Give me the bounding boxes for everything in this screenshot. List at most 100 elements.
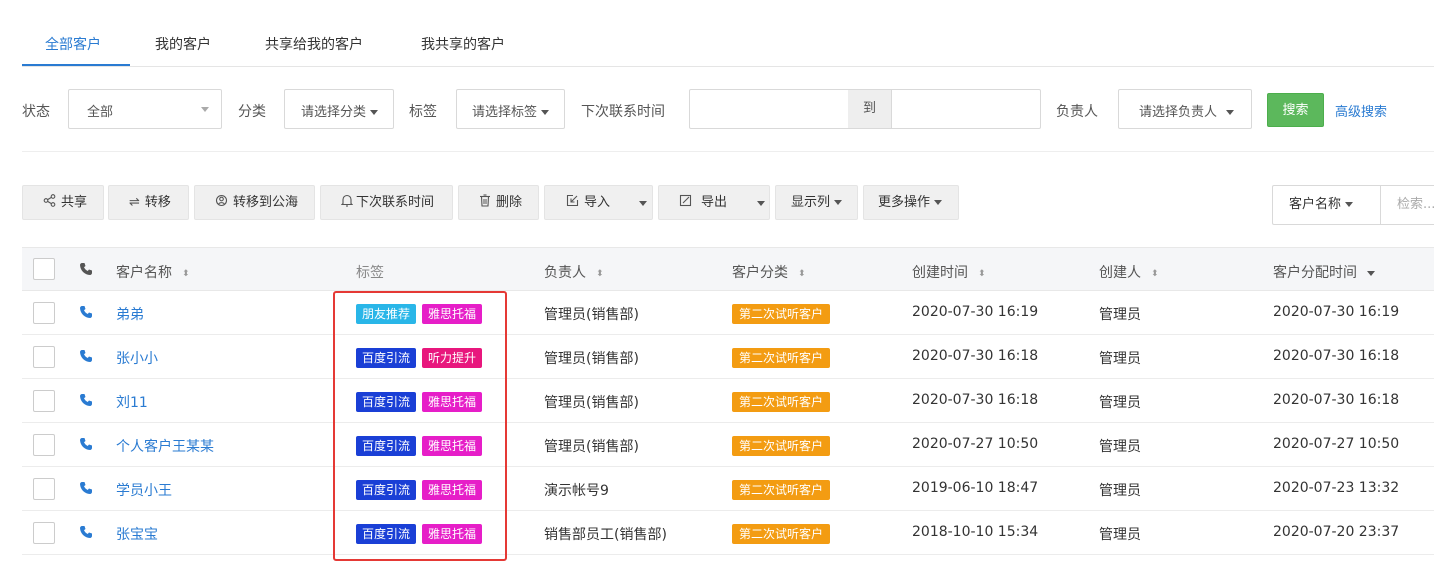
category-badge: 第二次试听客户 (732, 524, 831, 544)
category-badge: 第二次试听客户 (732, 480, 831, 500)
chevron-down-icon[interactable] (757, 201, 765, 206)
table-row: 刘11 百度引流 雅思托福 管理员(销售部) 第二次试听客户 2020-07-30 16:… (22, 379, 1434, 423)
advanced-search-link[interactable]: 高级搜索 (1335, 101, 1387, 120)
category-badge: 第二次试听客户 (732, 392, 831, 412)
owner-cell: 管理员(销售部) (544, 439, 639, 455)
share-button-label: 共享 (61, 195, 88, 210)
sort-icon[interactable]: ⬍ (182, 269, 190, 279)
owner-cell: 管理员(销售部) (544, 351, 639, 367)
sort-icon[interactable]: ⬍ (596, 269, 604, 279)
search-button[interactable]: 搜索 (1267, 93, 1324, 127)
status-label: 状态 (22, 104, 50, 120)
export-button-label: 导出 (701, 195, 728, 210)
tag-select[interactable]: 请选择标签 (456, 89, 565, 129)
table-row: 张宝宝 百度引流 雅思托福 销售部员工(销售部) 第二次试听客户 2018-10-10 1… (22, 511, 1434, 555)
export-icon (679, 186, 692, 219)
row-checkbox[interactable] (33, 302, 55, 324)
status-select[interactable]: 全部 (68, 89, 222, 129)
move-to-public-button[interactable]: 转移到公海 (194, 185, 315, 220)
date-start-input[interactable] (689, 89, 849, 129)
chevron-down-icon[interactable] (639, 201, 647, 206)
chevron-down-icon (1345, 202, 1354, 207)
customer-name-link[interactable]: 张小小 (116, 348, 158, 368)
sort-desc-icon[interactable] (1367, 270, 1375, 276)
created-at-cell: 2018-10-10 15:34 (912, 524, 1039, 540)
more-actions-button[interactable]: 更多操作 (863, 185, 959, 220)
owner-select-value: 请选择负责人 (1139, 105, 1218, 120)
sort-icon[interactable]: ⬍ (798, 269, 806, 279)
customer-name-link[interactable]: 张宝宝 (116, 524, 158, 544)
owner-select[interactable]: 请选择负责人 (1118, 89, 1252, 129)
tab-all-customers[interactable]: 全部客户 (45, 34, 101, 54)
row-checkbox[interactable] (33, 522, 55, 544)
category-badge: 第二次试听客户 (732, 304, 831, 324)
chevron-down-icon (934, 200, 943, 205)
category-select[interactable]: 请选择分类 (284, 89, 394, 129)
col-header-category-label: 客户分类 (732, 265, 788, 281)
tag-label: 标签 (409, 104, 437, 120)
assigned-at-cell: 2020-07-27 10:50 (1273, 436, 1400, 452)
share-button[interactable]: 共享 (22, 185, 104, 220)
row-checkbox[interactable] (33, 434, 55, 456)
customer-name-link[interactable]: 弟弟 (116, 304, 144, 324)
tab-shared-with-me[interactable]: 共享给我的客户 (265, 34, 363, 54)
transfer-icon: ⇌ (129, 195, 140, 210)
bell-icon (340, 186, 354, 219)
col-header-tags: 标签 (356, 265, 384, 281)
transfer-button[interactable]: ⇌ 转移 (108, 185, 189, 220)
col-header-owner: 负责人 ⬍ (544, 262, 604, 282)
col-header-creator-label: 创建人 (1099, 265, 1141, 281)
next-contact-label: 下次联系时间 (581, 104, 665, 120)
sort-icon[interactable]: ⬍ (1151, 269, 1159, 279)
import-button[interactable]: 导入 (544, 185, 653, 220)
public-pool-icon (215, 186, 228, 219)
row-checkbox[interactable] (33, 346, 55, 368)
export-button[interactable]: 导出 (658, 185, 770, 220)
customer-name-link[interactable]: 学员小王 (116, 480, 172, 500)
delete-button[interactable]: 删除 (458, 185, 539, 220)
chevron-down-icon (834, 200, 843, 205)
assigned-at-cell: 2020-07-23 13:32 (1273, 480, 1400, 496)
date-range-separator: 到 (848, 89, 891, 129)
tab-shared-by-me[interactable]: 我共享的客户 (421, 34, 505, 54)
col-header-assigned-label: 客户分配时间 (1273, 265, 1357, 281)
next-contact-button[interactable]: 下次联系时间 (320, 185, 453, 220)
delete-button-label: 删除 (496, 195, 523, 210)
status-select-value: 全部 (87, 105, 114, 120)
row-checkbox[interactable] (33, 478, 55, 500)
next-contact-button-label: 下次联系时间 (356, 195, 435, 210)
columns-button[interactable]: 显示列 (775, 185, 858, 220)
col-header-owner-label: 负责人 (544, 265, 586, 281)
creator-cell: 管理员 (1099, 527, 1141, 543)
customer-name-link[interactable]: 个人客户王某某 (116, 436, 214, 456)
search-field-value: 客户名称 (1289, 197, 1342, 212)
assigned-at-cell: 2020-07-20 23:37 (1273, 524, 1400, 540)
category-badge: 第二次试听客户 (732, 348, 831, 368)
table-header: 客户名称 ⬍ 标签 负责人 ⬍ 客户分类 ⬍ 创建时间 ⬍ 创建人 ⬍ 客户分配时间 (22, 247, 1434, 291)
chevron-down-icon (1226, 110, 1235, 115)
tags-highlight-box (333, 291, 507, 561)
phone-icon[interactable] (79, 393, 95, 409)
tab-my-customers[interactable]: 我的客户 (155, 34, 211, 54)
customer-name-link[interactable]: 刘11 (116, 392, 148, 412)
col-header-name: 客户名称 ⬍ (116, 262, 190, 282)
search-field-select[interactable]: 客户名称 (1273, 186, 1381, 224)
phone-icon[interactable] (79, 349, 95, 365)
col-header-name-label: 客户名称 (116, 265, 172, 281)
transfer-button-label: 转移 (144, 195, 171, 210)
select-all-checkbox[interactable] (33, 258, 55, 280)
phone-icon[interactable] (79, 481, 95, 497)
move-to-public-label: 转移到公海 (233, 195, 299, 210)
phone-icon[interactable] (79, 437, 95, 453)
owner-cell: 管理员(销售部) (544, 307, 639, 323)
phone-icon[interactable] (79, 305, 95, 321)
row-checkbox[interactable] (33, 390, 55, 412)
col-header-created: 创建时间 ⬍ (912, 262, 986, 282)
owner-cell: 销售部员工(销售部) (544, 527, 667, 543)
trash-icon (479, 186, 491, 219)
date-end-input[interactable] (891, 89, 1041, 129)
table-search-input[interactable]: 检索... (1397, 186, 1434, 224)
table-row: 张小小 百度引流 听力提升 管理员(销售部) 第二次试听客户 2020-07-30 16:… (22, 335, 1434, 379)
sort-icon[interactable]: ⬍ (978, 269, 986, 279)
phone-icon[interactable] (79, 525, 95, 541)
